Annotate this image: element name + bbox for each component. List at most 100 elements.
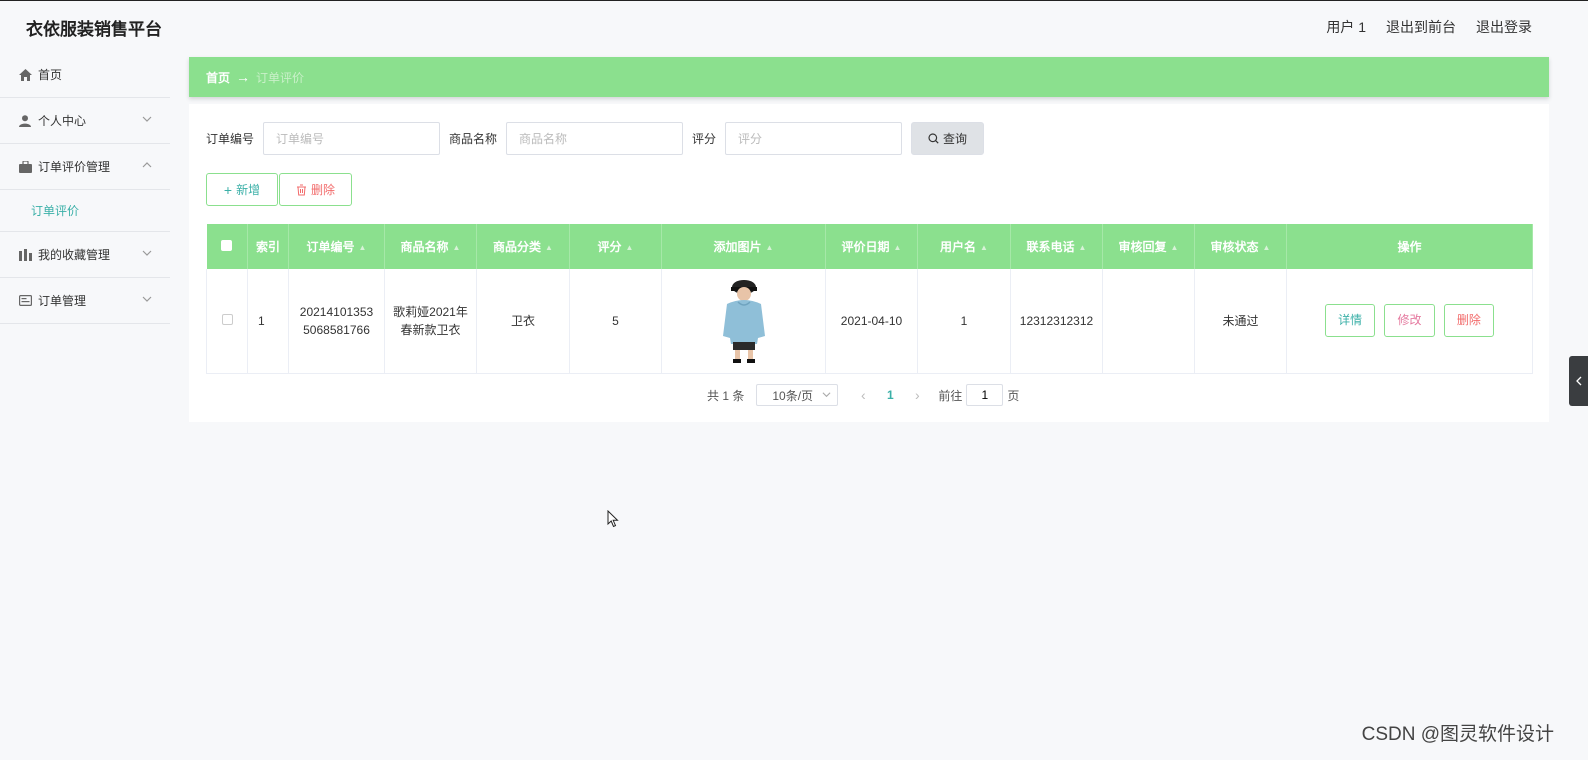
detail-button[interactable]: 详情 xyxy=(1325,304,1376,338)
sidebar-item-label: 订单评价管理 xyxy=(38,160,111,174)
next-page-button[interactable]: › xyxy=(906,387,928,403)
chevron-down-icon xyxy=(822,392,831,398)
sort-icon: ▲ xyxy=(1170,243,1179,253)
cell-index: 1 xyxy=(247,269,289,374)
order-no-label: 订单编号 xyxy=(206,132,255,146)
cell-score: 5 xyxy=(569,269,662,374)
cell-date: 2021-04-10 xyxy=(825,269,918,374)
breadcrumb-arrow: → xyxy=(236,69,251,85)
breadcrumb-current: 订单评价 xyxy=(256,70,305,85)
top-bar: 衣依服装销售平台 用户 1 退出到前台 退出登录 xyxy=(0,0,1588,52)
sidebar-item-home[interactable]: 首页 xyxy=(0,52,170,98)
search-form: 订单编号 商品名称 评分 查询 xyxy=(206,122,985,155)
add-button-label: 新增 xyxy=(236,183,261,197)
briefcase-icon xyxy=(18,160,32,174)
page-unit-label: 页 xyxy=(1007,388,1020,403)
chevron-left-icon xyxy=(1575,376,1581,386)
sort-icon: ▲ xyxy=(358,243,367,253)
content-panel: 订单编号 商品名称 评分 查询 + 新增 删除 索引 xyxy=(189,104,1549,422)
product-photo xyxy=(722,279,765,363)
product-name-input[interactable] xyxy=(506,122,684,155)
col-header[interactable]: 商品分类 ▲ xyxy=(476,224,570,269)
sort-icon: ▲ xyxy=(980,243,988,253)
sidebar-item-order-review[interactable]: 订单评价管理 xyxy=(0,144,170,190)
col-header[interactable]: 评价日期 ▲ xyxy=(825,224,918,269)
goto-page-input[interactable] xyxy=(966,384,1004,406)
batch-delete-button[interactable]: 删除 xyxy=(279,173,352,206)
col-header[interactable]: 商品名称 ▲ xyxy=(384,224,477,269)
home-icon xyxy=(18,68,32,82)
review-table: 索引 订单编号 ▲ 商品名称 ▲ 商品分类 ▲ 评分 ▲ 添加图片 ▲ 评价日期 ▲ 用户名… xyxy=(206,224,1533,374)
sort-icon: ▲ xyxy=(625,243,634,253)
row-checkbox[interactable] xyxy=(221,313,233,325)
col-header[interactable]: 订单编号 ▲ xyxy=(288,224,385,269)
cell-image xyxy=(661,269,826,374)
cell-status: 未通过 xyxy=(1194,269,1287,374)
sidebar-item-label: 个人中心 xyxy=(38,114,87,128)
col-header[interactable]: 审核状态 ▲ xyxy=(1194,224,1287,269)
score-input[interactable] xyxy=(725,122,903,155)
chevron-up-icon xyxy=(142,162,152,168)
card-icon xyxy=(18,294,32,308)
breadcrumb-home[interactable]: 首页 xyxy=(206,69,230,86)
col-header[interactable]: 评分 ▲ xyxy=(569,224,662,269)
col-header[interactable]: 用户名 ▲ xyxy=(917,224,1011,269)
chart-icon xyxy=(18,248,32,262)
sidebar-item-favorites[interactable]: 我的收藏管理 xyxy=(0,232,170,278)
score-label: 评分 xyxy=(692,132,717,146)
col-header[interactable]: 联系电话 ▲ xyxy=(1010,224,1103,269)
page-size-select[interactable]: 10条/页 xyxy=(756,384,839,406)
edit-button[interactable]: 修改 xyxy=(1384,304,1435,338)
top-links: 用户 1 退出到前台 退出登录 xyxy=(1326,17,1532,37)
order-no-input[interactable] xyxy=(263,122,441,155)
mouse-cursor-icon xyxy=(607,510,619,528)
app-title: 衣依服装销售平台 xyxy=(26,20,162,39)
table-row: 1 202141013535068581766 歌莉娅2021年春新款卫衣 卫衣… xyxy=(206,269,1533,374)
cell-order-no: 202141013535068581766 xyxy=(288,269,385,374)
page-number-current[interactable]: 1 xyxy=(874,388,906,402)
plus-icon: + xyxy=(223,181,233,198)
sidebar-item-label: 首页 xyxy=(38,68,63,82)
cell-username: 1 xyxy=(917,269,1011,374)
chevron-down-icon xyxy=(142,116,152,122)
product-name-label: 商品名称 xyxy=(449,132,498,146)
delete-button[interactable]: 删除 xyxy=(1443,304,1494,338)
add-button[interactable]: + 新增 xyxy=(206,173,278,206)
total-count: 共 1 条 xyxy=(707,388,745,403)
page-size-value: 10条/页 xyxy=(772,388,814,403)
user-menu[interactable]: 用户 1 xyxy=(1326,17,1366,37)
query-button-label: 查询 xyxy=(943,132,968,146)
breadcrumb: 首页 → 订单评价 xyxy=(189,57,1549,97)
logout-link[interactable]: 退出登录 xyxy=(1476,17,1532,37)
pagination: 共 1 条 10条/页 ‹ 1 › 前往 页 xyxy=(707,384,1019,406)
side-panel-toggle[interactable] xyxy=(1569,356,1588,406)
sort-icon: ▲ xyxy=(1078,243,1087,253)
sidebar-item-orders[interactable]: 订单管理 xyxy=(0,278,170,324)
sidebar: 首页 个人中心 订单评价管理 订单评价 我的收藏管理 订单管理 xyxy=(0,52,170,760)
select-all-checkbox[interactable] xyxy=(221,239,233,251)
select-all-cell[interactable] xyxy=(206,224,248,269)
col-header: 操作 xyxy=(1286,224,1533,269)
row-select-cell[interactable] xyxy=(206,269,248,374)
sort-icon: ▲ xyxy=(893,243,902,253)
sort-icon: ▲ xyxy=(545,243,553,253)
delete-button-label: 删除 xyxy=(310,183,335,197)
cell-phone: 12312312312 xyxy=(1010,269,1103,374)
watermark: CSDN @图灵软件设计 xyxy=(1361,724,1554,745)
sidebar-subitem-order-review[interactable]: 订单评价 xyxy=(0,190,170,232)
col-header[interactable]: 添加图片 ▲ xyxy=(661,224,826,269)
to-front-link[interactable]: 退出到前台 xyxy=(1386,17,1456,37)
user-icon xyxy=(18,114,32,128)
chevron-down-icon xyxy=(142,296,152,302)
cell-category: 卫衣 xyxy=(476,269,570,374)
col-header: 索引 xyxy=(247,224,289,269)
chevron-down-icon xyxy=(142,250,152,256)
search-icon xyxy=(928,133,939,144)
query-button[interactable]: 查询 xyxy=(911,122,985,155)
action-buttons: + 新增 删除 xyxy=(206,173,352,206)
cell-reply xyxy=(1102,269,1195,374)
prev-page-button[interactable]: ‹ xyxy=(852,387,874,403)
sidebar-item-personal[interactable]: 个人中心 xyxy=(0,98,170,144)
sidebar-item-label: 我的收藏管理 xyxy=(38,248,111,262)
col-header[interactable]: 审核回复 ▲ xyxy=(1102,224,1195,269)
